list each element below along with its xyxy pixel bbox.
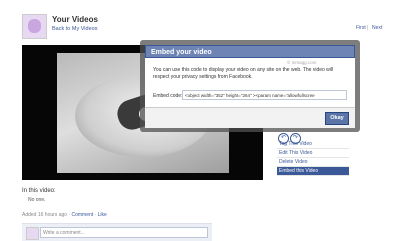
like-link[interactable]: Like bbox=[98, 212, 107, 218]
meta-dot: · bbox=[68, 212, 71, 218]
dialog-title: Embed your video bbox=[145, 45, 355, 58]
profile-avatar[interactable] bbox=[22, 14, 47, 39]
commenter-avatar bbox=[26, 227, 39, 240]
dialog-description: You can use this code to display your vi… bbox=[153, 67, 334, 80]
video-actions-menu: Tag This Video Edit This Video Delete Vi… bbox=[277, 140, 349, 176]
okay-button[interactable]: Okay bbox=[325, 112, 349, 125]
tag-video-link[interactable]: Tag This Video bbox=[277, 140, 349, 149]
comment-link[interactable]: Comment bbox=[72, 212, 94, 218]
video-meta: Added 16 hours ago · Comment · Like bbox=[22, 212, 107, 218]
nav-separator: | bbox=[367, 25, 369, 31]
embed-video-link[interactable]: Embed this Video bbox=[277, 167, 349, 176]
page-title: Your Videos bbox=[52, 15, 98, 24]
edit-video-link[interactable]: Edit This Video bbox=[277, 149, 349, 158]
next-link[interactable]: Next bbox=[372, 25, 382, 31]
watermark: © Inmagg.com bbox=[287, 60, 317, 65]
first-link[interactable]: First bbox=[356, 25, 366, 31]
meta-dot: · bbox=[94, 212, 97, 218]
embed-code-field[interactable]: <object width="352" height="264" ><param… bbox=[182, 90, 347, 100]
in-this-video-value: No one. bbox=[28, 197, 46, 203]
added-time: Added 16 hours ago bbox=[22, 212, 68, 218]
comment-box: Write a comment... bbox=[22, 223, 212, 241]
delete-video-link[interactable]: Delete Video bbox=[277, 158, 349, 167]
comment-input[interactable]: Write a comment... bbox=[40, 227, 208, 238]
back-to-videos-link[interactable]: Back to My Videos bbox=[52, 26, 97, 32]
embed-code-label: Embed code: bbox=[153, 93, 183, 99]
dialog-footer: Okay bbox=[145, 107, 355, 128]
in-this-video-heading: In this video: bbox=[22, 188, 56, 194]
embed-dialog: Embed your video © Inmagg.com You can us… bbox=[140, 40, 360, 132]
embed-dialog-panel: Embed your video © Inmagg.com You can us… bbox=[145, 45, 355, 128]
